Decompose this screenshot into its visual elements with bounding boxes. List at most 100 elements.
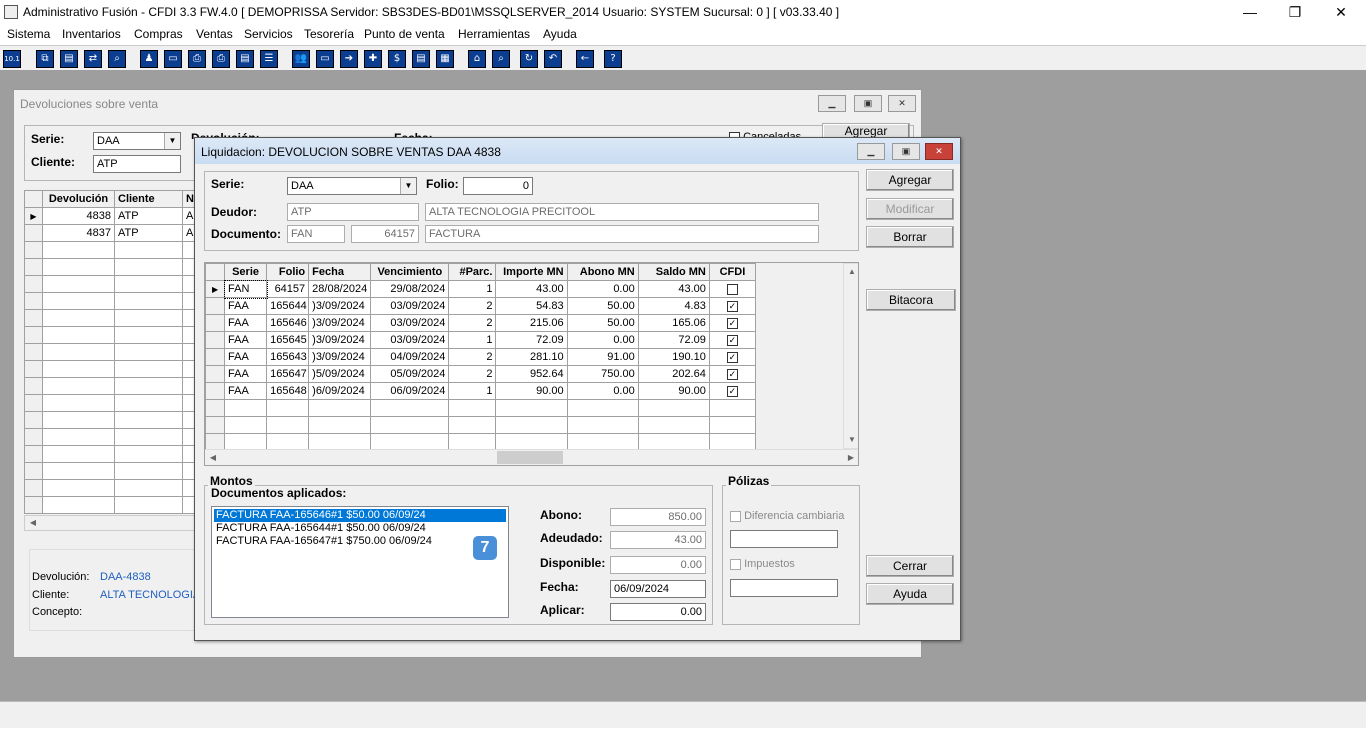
- help-icon[interactable]: ?: [604, 50, 622, 68]
- cell-cfdi[interactable]: [708, 433, 757, 451]
- row-selector[interactable]: [24, 292, 43, 310]
- row-selector[interactable]: [24, 326, 43, 344]
- restore-icon[interactable]: ▣: [892, 143, 920, 160]
- transfer-icon[interactable]: ⇄: [84, 50, 102, 68]
- cell-devolucion[interactable]: 4838: [42, 207, 115, 225]
- minimize-icon[interactable]: ▁: [818, 95, 846, 112]
- menu-compras[interactable]: Compras: [134, 27, 183, 41]
- row-selector[interactable]: [24, 309, 43, 327]
- cell-abono[interactable]: 91.00: [566, 348, 639, 366]
- cell-fecha[interactable]: [308, 433, 372, 451]
- menu-servicios[interactable]: Servicios: [244, 27, 293, 41]
- cell-serie[interactable]: FAA: [224, 365, 268, 383]
- cell-devolucion[interactable]: [42, 343, 115, 361]
- cell-serie[interactable]: [224, 399, 268, 417]
- cell-saldo[interactable]: [637, 433, 710, 451]
- cell-abono[interactable]: 0.00: [566, 280, 639, 298]
- cell-venc[interactable]: 03/09/2024: [370, 331, 450, 349]
- col-fecha[interactable]: Fecha: [308, 263, 372, 281]
- cell-devolucion[interactable]: [42, 445, 115, 463]
- col-cfdi[interactable]: CFDI: [708, 263, 757, 281]
- row-selector[interactable]: [205, 416, 226, 434]
- horizontal-scrollbar[interactable]: ◀: [24, 515, 198, 531]
- table-row[interactable]: [24, 326, 197, 344]
- row-selector[interactable]: [24, 445, 43, 463]
- box-icon[interactable]: ▭: [316, 50, 334, 68]
- cell-abono[interactable]: [566, 433, 639, 451]
- cell-importe[interactable]: 72.09: [495, 331, 568, 349]
- close-icon[interactable]: ✕: [1331, 2, 1351, 22]
- chevron-right-icon[interactable]: ▶: [843, 450, 858, 465]
- menu-herramientas[interactable]: Herramientas: [458, 27, 530, 41]
- cell-abono[interactable]: 0.00: [566, 331, 639, 349]
- cell-devolucion[interactable]: [42, 309, 115, 327]
- table-row[interactable]: [24, 377, 197, 395]
- cell-cliente[interactable]: [114, 258, 183, 276]
- table-row[interactable]: FAA 165647)5/09/2024 05/09/2024 2 952.64 750.…: [205, 365, 757, 383]
- cell-cliente[interactable]: [114, 292, 183, 310]
- cell-saldo[interactable]: 90.00: [637, 382, 710, 400]
- cell-serie[interactable]: [224, 433, 268, 451]
- export-icon[interactable]: ➔: [340, 50, 358, 68]
- cell-cliente[interactable]: [114, 309, 183, 327]
- documento-tipo-field[interactable]: FACTURA: [425, 225, 819, 243]
- col-saldo[interactable]: Saldo MN: [637, 263, 710, 281]
- cell-serie[interactable]: FAA: [224, 314, 268, 332]
- table-row[interactable]: ▶ 4838 ATP A: [24, 207, 197, 225]
- adeudado-field[interactable]: 43.00: [610, 531, 706, 549]
- cell-fecha[interactable]: )3/09/2024: [308, 331, 372, 349]
- checkbox-checked-icon[interactable]: ✓: [726, 334, 738, 346]
- row-selector[interactable]: [205, 382, 226, 400]
- calendar-icon[interactable]: 10.1: [3, 50, 21, 68]
- chevron-up-icon[interactable]: ▲: [844, 264, 858, 280]
- cell-cfdi[interactable]: [708, 399, 757, 417]
- undo-icon[interactable]: ↶: [544, 50, 562, 68]
- menu-tesoreria[interactable]: Tesorería: [304, 27, 354, 41]
- cell-cfdi[interactable]: [708, 416, 757, 434]
- checkbox-checked-icon[interactable]: ✓: [726, 351, 738, 363]
- cell-devolucion[interactable]: [42, 394, 115, 412]
- cell-saldo[interactable]: [637, 399, 710, 417]
- row-selector[interactable]: [205, 433, 226, 451]
- cell-fecha[interactable]: )3/09/2024: [308, 297, 372, 315]
- cell-importe[interactable]: 43.00: [495, 280, 568, 298]
- cell-serie[interactable]: [224, 416, 268, 434]
- table-row[interactable]: [24, 309, 197, 327]
- menu-ayuda[interactable]: Ayuda: [543, 27, 577, 41]
- cell-devolucion[interactable]: [42, 241, 115, 259]
- row-selector[interactable]: [24, 377, 43, 395]
- table-row[interactable]: FAA 165646)3/09/2024 03/09/2024 2 215.06 50.0…: [205, 314, 757, 332]
- cell-cliente[interactable]: [114, 445, 183, 463]
- cell-saldo[interactable]: 165.06: [637, 314, 710, 332]
- cell-devolucion[interactable]: [42, 360, 115, 378]
- cell-cfdi[interactable]: ✓: [708, 348, 757, 366]
- deudor-code-field[interactable]: ATP: [287, 203, 419, 221]
- cell-venc[interactable]: [370, 399, 450, 417]
- cell-folio[interactable]: [266, 416, 310, 434]
- cell-abono[interactable]: 50.00: [566, 314, 639, 332]
- cell-serie[interactable]: FAN: [223, 279, 268, 299]
- documento-serie-field[interactable]: FAN: [287, 225, 345, 243]
- cell-fecha[interactable]: [308, 399, 372, 417]
- table-row[interactable]: [205, 399, 757, 417]
- cell-devolucion[interactable]: [42, 411, 115, 429]
- disponible-field[interactable]: 0.00: [610, 556, 706, 574]
- cell-abono[interactable]: 50.00: [566, 297, 639, 315]
- cell-devolucion[interactable]: [42, 377, 115, 395]
- cell-cliente[interactable]: [114, 428, 183, 446]
- serie-combo[interactable]: DAA ▼: [287, 177, 417, 195]
- cell-cliente[interactable]: [114, 394, 183, 412]
- cell-parc[interactable]: 2: [448, 297, 497, 315]
- cell-venc[interactable]: 04/09/2024: [370, 348, 450, 366]
- cell-cfdi[interactable]: ✓: [708, 382, 757, 400]
- restore-icon[interactable]: ▣: [854, 95, 882, 112]
- back-arrow-icon[interactable]: ←: [576, 50, 594, 68]
- col-vencimiento[interactable]: Vencimiento: [370, 263, 450, 281]
- list-item[interactable]: FACTURA FAA-165646#1 $50.00 06/09/24: [214, 509, 506, 522]
- impuestos-checkbox[interactable]: Impuestos: [730, 558, 795, 570]
- fecha-field[interactable]: 06/09/2024: [610, 580, 706, 598]
- cell-parc[interactable]: 1: [448, 331, 497, 349]
- menu-ventas[interactable]: Ventas: [196, 27, 233, 41]
- folio-field[interactable]: 0: [463, 177, 533, 195]
- list-icon[interactable]: ☰: [260, 50, 278, 68]
